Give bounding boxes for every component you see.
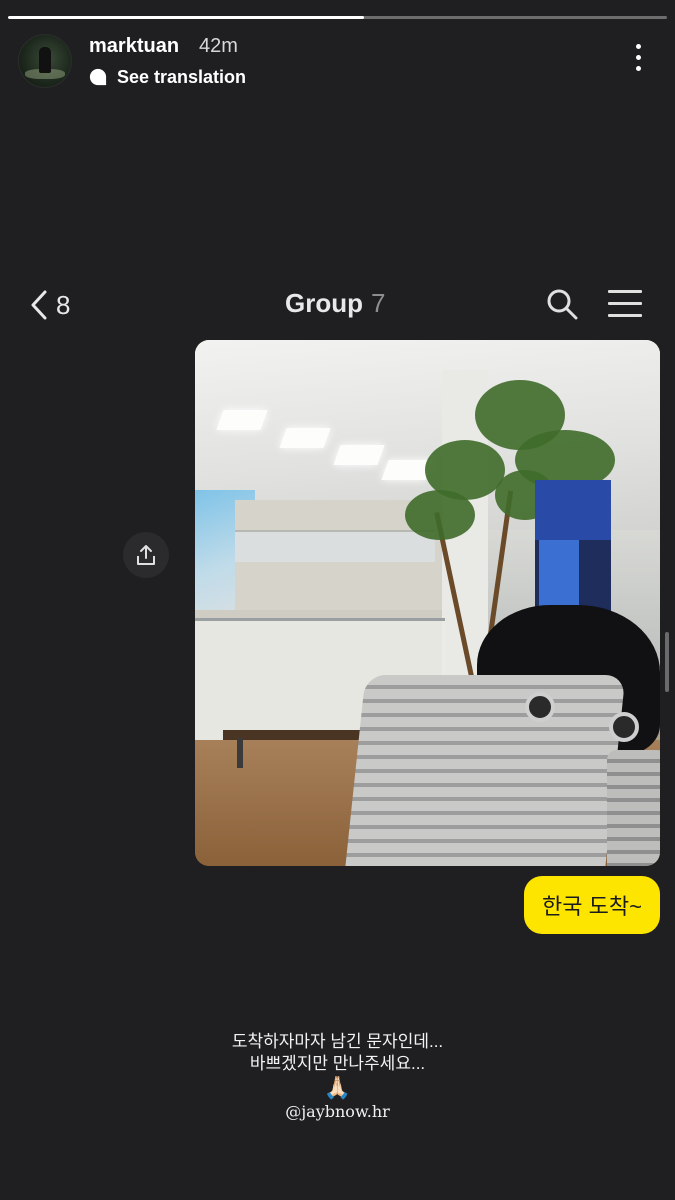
timestamp: 42m [199, 35, 238, 57]
chat-header: 8 Group 7 [0, 270, 660, 340]
caption-line-1: 도착하자마자 남긴 문자인데... [231, 1032, 444, 1051]
chat-title-text: Group [285, 288, 363, 318]
story-header: marktuan 42m See translation [18, 32, 657, 92]
story-caption: 도착하자마자 남긴 문자인데... 바쁘겠지만 만나주세요... 🙏🏻 @jay… [0, 1031, 675, 1123]
photo-message[interactable] [195, 340, 660, 866]
menu-icon[interactable] [608, 290, 642, 318]
chat-member-count: 7 [371, 288, 386, 318]
caption-line-2: 바쁘겠지만 만나주세요... [249, 1054, 426, 1073]
see-translation-label: See translation [117, 66, 247, 87]
story-progress-bar [8, 16, 667, 19]
chevron-left-icon [31, 290, 47, 320]
search-icon[interactable] [546, 288, 578, 320]
share-button[interactable] [123, 532, 169, 578]
chat-message-bubble[interactable]: 한국 도착~ [524, 876, 660, 934]
mention-tag[interactable]: @jaybnow.hr [0, 1101, 675, 1123]
share-icon [137, 545, 155, 565]
username[interactable]: marktuan [89, 35, 179, 58]
more-options-icon[interactable] [627, 42, 651, 74]
praying-hands-emoji: 🙏🏻 [323, 1075, 352, 1100]
see-translation-button[interactable]: See translation [89, 65, 246, 89]
scroll-indicator [665, 632, 669, 692]
chat-back-button[interactable]: 8 [30, 288, 70, 322]
translate-icon [89, 68, 107, 86]
chat-title: Group 7 [285, 288, 385, 319]
unread-count: 8 [56, 289, 71, 320]
story-progress-fill [8, 16, 364, 19]
avatar[interactable] [18, 34, 72, 88]
